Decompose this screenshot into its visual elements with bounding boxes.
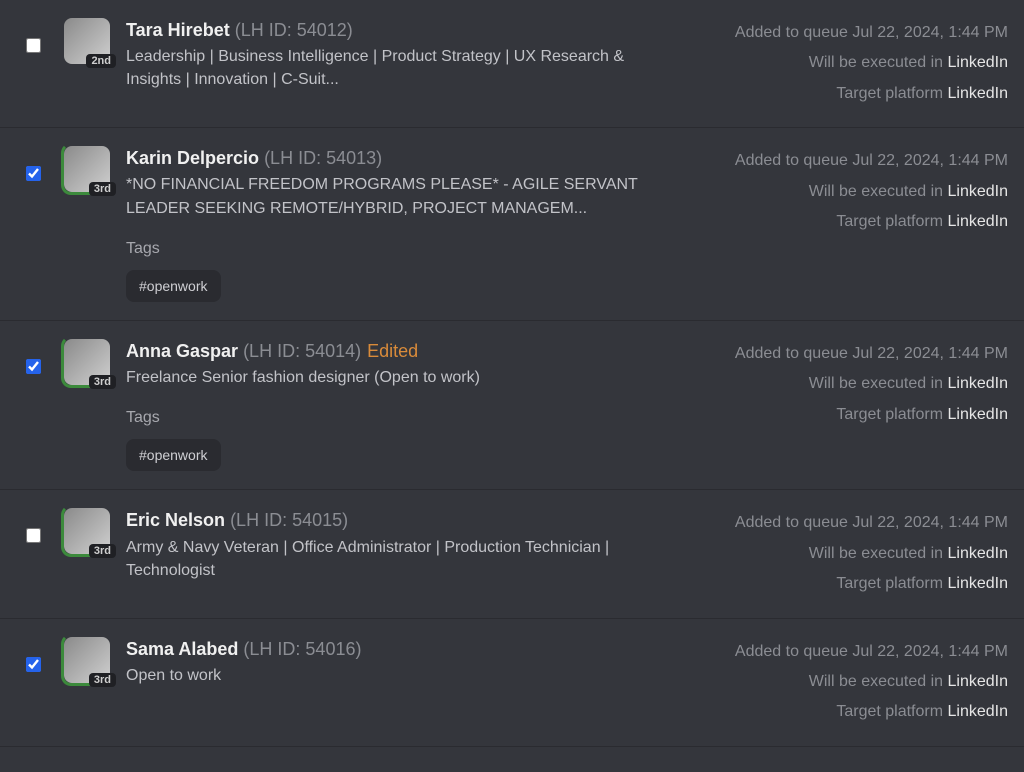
target-platform: Target platform LinkedIn (688, 207, 1008, 237)
executed-in: Will be executed in LinkedIn (688, 539, 1008, 569)
edited-badge: Edited (367, 341, 418, 361)
queue-row: 3rd Eric Nelson (LH ID: 54015) Army & Navy… (0, 490, 1024, 618)
headline: *NO FINANCIAL FREEDOM PROGRAMS PLEASE* -… (126, 173, 666, 219)
target-platform: Target platform LinkedIn (688, 569, 1008, 599)
queue-row: 3rd Karin Delpercio (LH ID: 54013) *NO FIN… (0, 128, 1024, 321)
added-to-queue: Added to queue Jul 22, 2024, 1:44 PM (688, 18, 1008, 48)
row-select-checkbox[interactable] (26, 528, 41, 543)
added-to-queue: Added to queue Jul 22, 2024, 1:44 PM (688, 637, 1008, 667)
added-to-queue: Added to queue Jul 22, 2024, 1:44 PM (688, 146, 1008, 176)
headline: Open to work (126, 664, 666, 687)
lh-id: (LH ID: 54014) (243, 341, 361, 361)
executed-in: Will be executed in LinkedIn (688, 177, 1008, 207)
target-platform: Target platform LinkedIn (688, 697, 1008, 727)
connection-degree-badge: 3rd (89, 544, 116, 558)
headline: Freelance Senior fashion designer (Open … (126, 366, 666, 389)
lh-id: (LH ID: 54016) (243, 639, 361, 659)
person-name[interactable]: Anna Gaspar (126, 341, 238, 361)
executed-in: Will be executed in LinkedIn (688, 667, 1008, 697)
row-select-checkbox[interactable] (26, 657, 41, 672)
queue-row: 3rd Sama Alabed (LH ID: 54016) Open to wor… (0, 619, 1024, 747)
added-to-queue: Added to queue Jul 22, 2024, 1:44 PM (688, 508, 1008, 538)
executed-in: Will be executed in LinkedIn (688, 48, 1008, 78)
tags-label: Tags (126, 409, 674, 427)
connection-degree-badge: 2nd (86, 54, 116, 68)
tags-label: Tags (126, 240, 674, 258)
added-to-queue: Added to queue Jul 22, 2024, 1:44 PM (688, 339, 1008, 369)
lh-id: (LH ID: 54013) (264, 148, 382, 168)
tag-chip[interactable]: #openwork (126, 439, 221, 471)
connection-degree-badge: 3rd (89, 673, 116, 687)
executed-in: Will be executed in LinkedIn (688, 369, 1008, 399)
target-platform: Target platform LinkedIn (688, 79, 1008, 109)
person-name[interactable]: Eric Nelson (126, 510, 225, 530)
person-name[interactable]: Tara Hirebet (126, 20, 230, 40)
queue-list: 2nd Tara Hirebet (LH ID: 54012) Leadership… (0, 0, 1024, 747)
tag-chip[interactable]: #openwork (126, 270, 221, 302)
lh-id: (LH ID: 54012) (235, 20, 353, 40)
connection-degree-badge: 3rd (89, 182, 116, 196)
row-select-checkbox[interactable] (26, 166, 41, 181)
connection-degree-badge: 3rd (89, 375, 116, 389)
target-platform: Target platform LinkedIn (688, 400, 1008, 430)
headline: Leadership | Business Intelligence | Pro… (126, 45, 666, 91)
queue-row: 2nd Tara Hirebet (LH ID: 54012) Leadership… (0, 0, 1024, 128)
row-select-checkbox[interactable] (26, 359, 41, 374)
person-name[interactable]: Karin Delpercio (126, 148, 259, 168)
headline: Army & Navy Veteran | Office Administrat… (126, 536, 666, 582)
lh-id: (LH ID: 54015) (230, 510, 348, 530)
person-name[interactable]: Sama Alabed (126, 639, 238, 659)
queue-row: 3rd Anna Gaspar (LH ID: 54014) Edited Freel… (0, 321, 1024, 490)
row-select-checkbox[interactable] (26, 38, 41, 53)
